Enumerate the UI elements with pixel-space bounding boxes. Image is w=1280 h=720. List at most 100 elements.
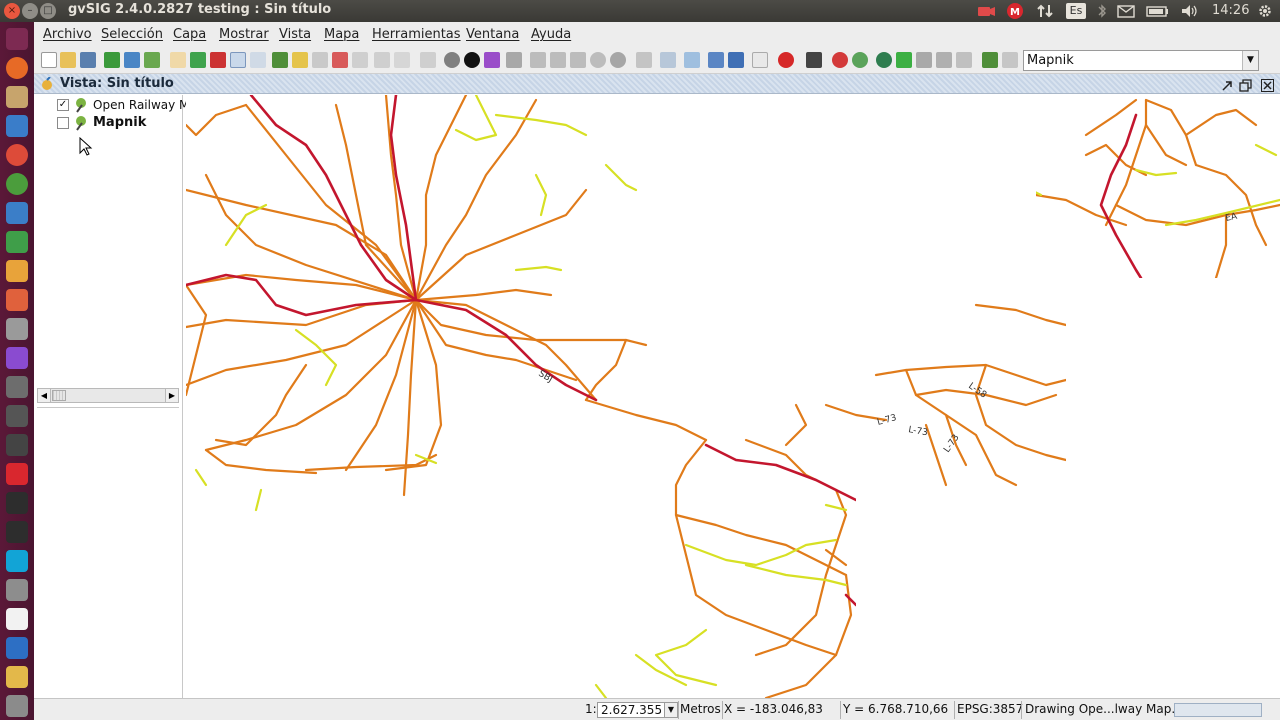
chevron-down-icon[interactable]: ▼ <box>1242 51 1258 70</box>
copy-icon[interactable] <box>708 52 724 68</box>
globe-icon[interactable] <box>6 173 28 195</box>
tools-icon[interactable] <box>806 52 822 68</box>
zoom-in-icon[interactable] <box>230 52 246 68</box>
calculator-icon[interactable] <box>6 376 28 398</box>
keyboard-layout-indicator[interactable]: Es <box>1066 3 1086 19</box>
target-icon[interactable] <box>832 52 848 68</box>
vmware-icon[interactable] <box>6 637 28 659</box>
firefox-icon[interactable] <box>6 57 28 79</box>
toc-horizontal-scrollbar[interactable]: ◀ ▶ <box>37 388 179 403</box>
menu-vista[interactable]: Vista <box>279 27 311 42</box>
renderer-dropdown[interactable]: Mapnik ▼ <box>1023 50 1259 71</box>
minimize-window-button[interactable]: – <box>22 3 38 19</box>
link-icon[interactable] <box>936 52 952 68</box>
layer-visibility-checkbox[interactable]: ✓ <box>57 99 69 111</box>
layers-icon[interactable] <box>272 52 288 68</box>
files-icon[interactable] <box>6 86 28 108</box>
image-icon[interactable] <box>956 52 972 68</box>
select-area-icon[interactable] <box>550 52 566 68</box>
video-icon[interactable] <box>6 405 28 427</box>
zoom-layer-icon[interactable] <box>210 52 226 68</box>
detach-window-icon[interactable] <box>1221 77 1234 91</box>
gear-icon[interactable] <box>1256 3 1274 19</box>
dash-icon[interactable] <box>6 28 28 50</box>
impress-icon[interactable] <box>6 289 28 311</box>
close-view-icon[interactable] <box>1261 77 1274 92</box>
crs-label[interactable]: EPSG:3857 <box>957 702 1023 718</box>
frame-icon[interactable] <box>312 52 328 68</box>
add-layer-icon[interactable] <box>104 52 120 68</box>
scroll-thumb[interactable] <box>52 390 66 401</box>
edit-layer-icon[interactable] <box>1002 52 1018 68</box>
table-icon[interactable] <box>752 52 768 68</box>
camera-app-icon[interactable] <box>6 318 28 340</box>
writer-icon[interactable] <box>6 202 28 224</box>
info-icon[interactable] <box>464 52 480 68</box>
stack-layers-icon[interactable] <box>982 52 998 68</box>
scroll-left-icon[interactable]: ◀ <box>38 389 51 402</box>
thunderbird-icon[interactable] <box>6 115 28 137</box>
trash-icon[interactable] <box>6 695 28 717</box>
image-viewer-icon[interactable] <box>6 347 28 369</box>
bluetooth-icon[interactable] <box>1096 3 1108 19</box>
layer-visibility-checkbox[interactable] <box>57 117 69 129</box>
hand-icon[interactable] <box>420 52 436 68</box>
pan-hand-icon[interactable] <box>170 52 186 68</box>
clipboard-icon[interactable] <box>636 52 652 68</box>
system-monitor-icon[interactable] <box>6 521 28 543</box>
mega-app-icon[interactable] <box>6 463 28 485</box>
scroll-right-icon[interactable]: ▶ <box>165 389 178 402</box>
menu-mostrar[interactable]: Mostrar <box>219 27 269 42</box>
terminal-icon[interactable] <box>6 492 28 514</box>
zoom-select-icon[interactable] <box>292 52 308 68</box>
menu-ayuda[interactable]: Ayuda <box>531 27 571 42</box>
select-circle-icon[interactable] <box>570 52 586 68</box>
unity-icon[interactable] <box>6 434 28 456</box>
railway-map[interactable]: SBJ L-73 L-73 L-58 L-73 EA <box>186 95 1280 698</box>
scale-dropdown-icon[interactable]: ▼ <box>664 702 678 718</box>
notes-icon[interactable] <box>6 260 28 282</box>
layer-manager-icon[interactable] <box>124 52 140 68</box>
export-icon[interactable] <box>144 52 160 68</box>
zoom-center-icon[interactable] <box>374 52 390 68</box>
settings-icon[interactable] <box>852 52 868 68</box>
new-project-icon[interactable] <box>41 52 57 68</box>
zoom-full-icon[interactable] <box>190 52 206 68</box>
select-pointer-icon[interactable] <box>530 52 546 68</box>
zoom-scale-icon[interactable] <box>394 52 410 68</box>
skype-icon[interactable] <box>6 550 28 572</box>
globe-tool-icon[interactable] <box>876 52 892 68</box>
chrome-icon[interactable] <box>6 144 28 166</box>
query-icon[interactable] <box>444 52 460 68</box>
menu-herramientas[interactable]: Herramientas <box>372 27 461 42</box>
zoom-out-icon[interactable] <box>250 52 266 68</box>
printer-icon[interactable] <box>6 579 28 601</box>
select-sphere-icon[interactable] <box>610 52 626 68</box>
menu-seleccion[interactable]: Selección <box>101 27 163 42</box>
restore-window-icon[interactable] <box>1239 77 1252 92</box>
camera-icon[interactable] <box>976 3 996 19</box>
open-folder-icon[interactable] <box>60 52 76 68</box>
menu-capa[interactable]: Capa <box>173 27 206 42</box>
zoom-prev-icon[interactable] <box>332 52 348 68</box>
network-icon[interactable] <box>684 52 700 68</box>
gear-tool-icon[interactable] <box>916 52 932 68</box>
dictionary-icon[interactable] <box>6 608 28 630</box>
menu-mapa[interactable]: Mapa <box>324 27 359 42</box>
battery-icon[interactable] <box>1146 3 1170 19</box>
clock[interactable]: 14:26 <box>1212 3 1249 19</box>
green-square-icon[interactable] <box>896 52 912 68</box>
hyperlink-icon[interactable] <box>484 52 500 68</box>
maximize-window-button[interactable]: □ <box>40 3 56 19</box>
eye-icon[interactable] <box>660 52 676 68</box>
volume-icon[interactable] <box>1180 3 1198 19</box>
mail-icon[interactable] <box>1116 3 1136 19</box>
select-point-icon[interactable] <box>590 52 606 68</box>
measure-icon[interactable] <box>506 52 522 68</box>
units-label[interactable]: Metros <box>680 702 721 718</box>
close-window-button[interactable]: × <box>4 3 20 19</box>
mega-icon[interactable]: M <box>1006 3 1024 19</box>
gvsig-icon[interactable] <box>6 666 28 688</box>
save-icon[interactable] <box>80 52 96 68</box>
menu-ventana[interactable]: Ventana <box>466 27 519 42</box>
